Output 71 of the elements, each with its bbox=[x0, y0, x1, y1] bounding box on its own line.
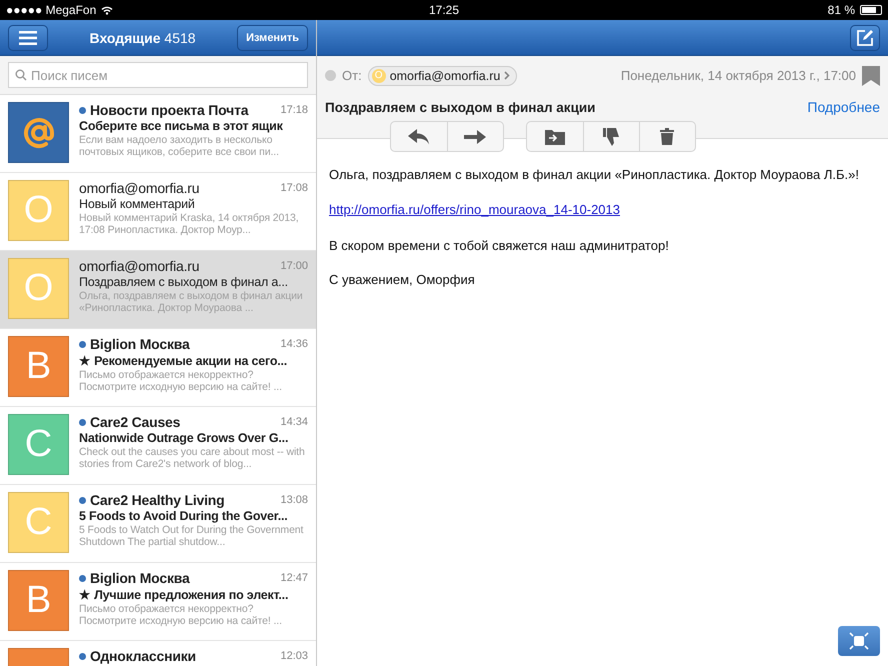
message-subject: 5 Foods to Avoid During the Gover... bbox=[79, 509, 289, 523]
menu-button[interactable] bbox=[8, 24, 48, 50]
message-subject: Поздравляем с выходом в финал акции bbox=[325, 100, 596, 114]
avatar-letter: B bbox=[26, 345, 52, 388]
battery-percent: 81 % bbox=[828, 3, 855, 17]
sender-name: Care2 Healthy Living bbox=[90, 492, 226, 508]
sender-avatar: O bbox=[372, 68, 386, 82]
message-time: 12:47 bbox=[280, 572, 308, 584]
chevron-right-icon bbox=[504, 71, 510, 80]
avatar-letter: B bbox=[26, 579, 52, 622]
sender-name: omorfia@omorfia.ru bbox=[79, 180, 200, 196]
expand-icon bbox=[849, 632, 869, 650]
compose-icon bbox=[856, 28, 874, 46]
compose-button[interactable] bbox=[850, 24, 880, 50]
sender-name: Одноклассники bbox=[90, 648, 197, 664]
sender-name: Biglion Москва bbox=[90, 570, 191, 586]
message-subject: Nationwide Outrage Grows Over G... bbox=[79, 431, 290, 445]
avatar-letter: O bbox=[24, 189, 54, 232]
search-field[interactable]: Поиск писем bbox=[8, 62, 308, 88]
message-subject: ★ Рекомендуемые акции на сего... bbox=[79, 353, 288, 368]
reply-icon bbox=[408, 128, 430, 144]
inbox-title: Входящие 4518 bbox=[88, 30, 197, 46]
sender-name: Care2 Causes bbox=[90, 414, 182, 430]
avatar-letter: C bbox=[24, 423, 52, 466]
carrier-name: ●●●●● MegaFon bbox=[6, 3, 96, 17]
message-paragraph: С уважением, Оморфия bbox=[329, 272, 476, 287]
message-preview: Если вам надоело заходить в несколько почтовых ящиков, соберите все свои пи... bbox=[79, 134, 280, 158]
message-preview: Письмо отображается некорректно? Посмотрите исходную версию на сайте! ... bbox=[79, 603, 283, 627]
clock: 17:25 bbox=[428, 3, 460, 17]
message-preview: Новый комментарий Kraska, 14 октября 2013, 17:08 Ринопластика. Доктор Моур... bbox=[79, 212, 300, 236]
message-time: 13:08 bbox=[280, 494, 308, 506]
avatar-letter: O bbox=[24, 267, 54, 310]
message-paragraph: Ольга, поздравляем с выходом в финал акции «Ринопластика. Доктор Моураова Л.Б.»! bbox=[329, 167, 860, 182]
message-subject: Поздравляем с выходом в финал а... bbox=[79, 275, 289, 289]
offer-link[interactable]: http://omorfia.ru/offers/rino_mouraova_14-10-2013 bbox=[329, 202, 620, 217]
message-preview: Check out the causes you care about most -- with stories from Care2's network of blog... bbox=[79, 446, 306, 470]
message-time: 14:34 bbox=[280, 416, 308, 428]
message-preview: Письмо отображается некорректно? Посмотрите исходную версию на сайте! ... bbox=[79, 369, 283, 393]
message-row[interactable]: O omorfia@omorfia.ru 17:00 Поздравляем с выходом в финал а... Ольга, поздравляем с выходом в финал акции «Ринопластика. Доктор Моураова ... bbox=[0, 251, 316, 329]
menu-icon bbox=[19, 30, 37, 44]
read-status-dot bbox=[325, 70, 336, 81]
fullscreen-button[interactable] bbox=[838, 626, 880, 656]
message-time: 12:03 bbox=[280, 650, 308, 662]
edit-button[interactable]: Изменить bbox=[237, 24, 308, 50]
message-time: 17:08 bbox=[280, 182, 308, 194]
message-preview: Ольга, поздравляем с выходом в финал акции «Ринопластика. Доктор Моураова ... bbox=[79, 290, 304, 314]
sender-name: omorfia@omorfia.ru bbox=[79, 258, 200, 274]
message-subject: Соберите все письма в этот ящик bbox=[79, 119, 284, 133]
message-date: Понедельник, 14 октября 2013 г., 17:00 bbox=[620, 68, 856, 83]
message-time: 17:00 bbox=[280, 260, 308, 272]
sender-name: Biglion Москва bbox=[90, 336, 191, 352]
thumbs-down-icon bbox=[603, 128, 619, 146]
message-time: 14:36 bbox=[280, 338, 308, 350]
at-sign-icon bbox=[22, 116, 56, 150]
message-preview: 5 Foods to Watch Out for During the Government Shutdown The partial shutdow... bbox=[79, 524, 304, 548]
search-icon bbox=[15, 69, 27, 81]
sender-name: Новости проекта Почта bbox=[90, 102, 250, 118]
details-link[interactable]: Подробнее bbox=[807, 99, 880, 115]
bookmark-icon[interactable] bbox=[862, 66, 880, 86]
from-label: От: bbox=[342, 68, 362, 83]
message-subject: ★ Лучшие предложения по элект... bbox=[79, 587, 290, 602]
folder-icon bbox=[544, 128, 564, 144]
message-subject: Новый комментарий bbox=[79, 197, 196, 211]
sender-chip[interactable]: O omorfia@omorfia.ru bbox=[368, 66, 518, 86]
trash-icon bbox=[660, 128, 674, 145]
avatar-letter: C bbox=[24, 501, 52, 544]
message-time: 17:18 bbox=[280, 104, 308, 116]
arrow-right-icon bbox=[464, 128, 486, 144]
wifi-icon bbox=[101, 6, 114, 14]
message-paragraph: В скором времени с тобой свяжется наш админитратор! bbox=[329, 238, 670, 253]
battery-icon bbox=[860, 5, 882, 15]
